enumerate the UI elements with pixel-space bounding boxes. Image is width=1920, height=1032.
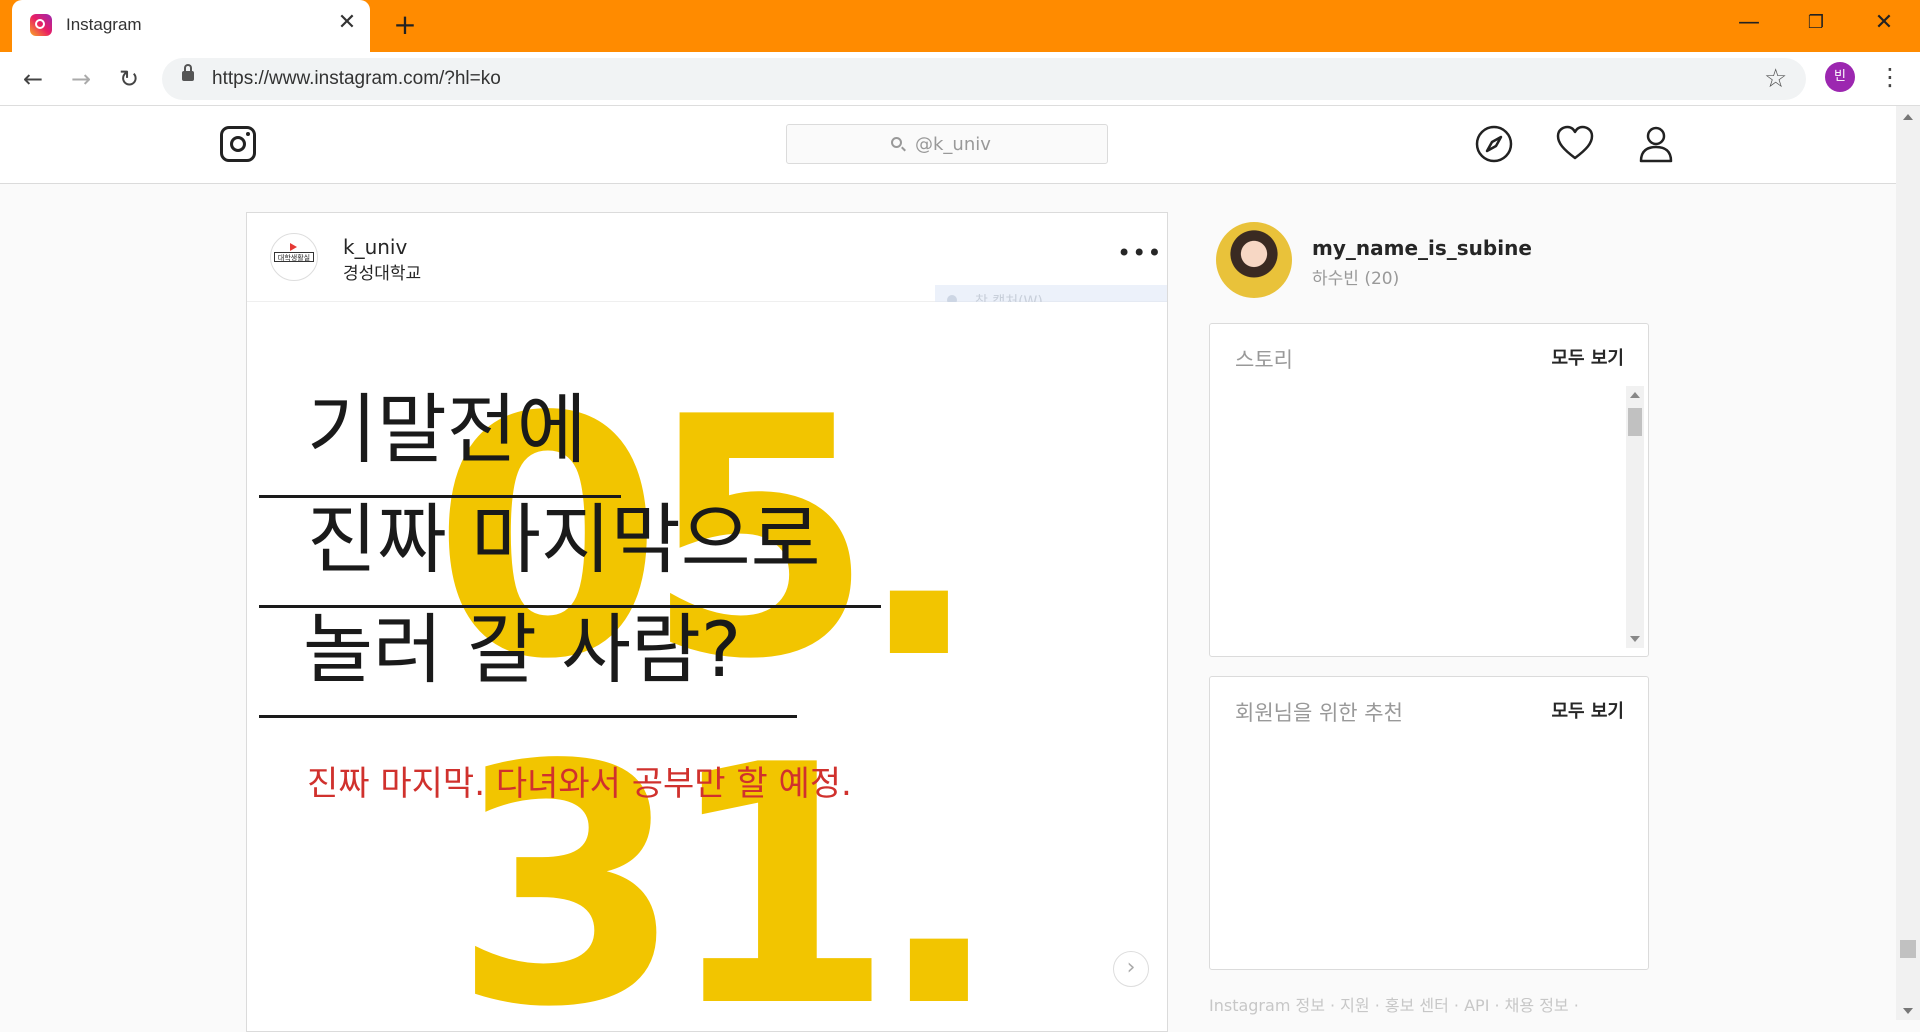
lock-icon — [182, 64, 194, 81]
browser-menu-icon[interactable]: ⋮ — [1878, 60, 1902, 94]
address-bar[interactable]: https://www.instagram.com/?hl=ko ☆ — [162, 58, 1806, 100]
post-image-subline: 진짜 마지막. 다녀와서 공부만 할 예정. — [307, 764, 852, 804]
profile-icon[interactable] — [1636, 124, 1676, 164]
headline-line-3: 놀러 갈 사람? — [303, 605, 742, 694]
more-options-icon[interactable]: ••• — [1117, 239, 1162, 267]
current-user-fullname: 하수빈 (20) — [1312, 269, 1400, 289]
url-text[interactable]: https://www.instagram.com/?hl=ko — [212, 68, 501, 90]
heart-icon[interactable] — [1555, 124, 1595, 164]
browser-titlebar: Instagram ✕ + — ❐ ✕ — [0, 0, 1920, 52]
page-scroll-up-icon[interactable] — [1903, 114, 1913, 120]
headline-underline-3 — [259, 715, 797, 718]
current-username[interactable]: my_name_is_subine — [1312, 236, 1532, 260]
explore-compass-icon[interactable] — [1474, 124, 1514, 164]
tab-title: Instagram — [66, 15, 142, 34]
search-value[interactable]: @k_univ — [915, 134, 991, 155]
browser-tab[interactable]: Instagram ✕ — [12, 0, 370, 52]
post-username[interactable]: k_univ — [343, 235, 407, 259]
flag-icon — [290, 243, 297, 251]
post-image[interactable]: 05. 31. 기말전에 진짜 마지막으로 놀러 갈 사람? 진짜 마지막. 다… — [247, 302, 1167, 1031]
avatar-logo-label: 대학생활실게 — [274, 252, 314, 262]
browser-toolbar: ← → ↻ https://www.instagram.com/?hl=ko ☆… — [0, 52, 1920, 106]
instagram-favicon-icon — [30, 14, 52, 36]
close-window-button[interactable]: ✕ — [1864, 8, 1904, 38]
post-card: 대학생활실게 k_univ 경성대학교 ••• 창 캡처(W) 05. 31. … — [246, 212, 1168, 1032]
instagram-logo-icon[interactable] — [220, 126, 256, 162]
minimize-window-button[interactable]: — — [1729, 8, 1769, 38]
reload-icon[interactable]: ↻ — [112, 62, 146, 96]
scroll-down-arrow-icon[interactable] — [1630, 636, 1640, 642]
browser-profile-avatar[interactable]: 빈 — [1825, 62, 1855, 92]
headline-line-1: 기말전에 — [307, 385, 587, 474]
next-image-chevron-icon[interactable]: › — [1113, 951, 1149, 987]
footer-links[interactable]: Instagram 정보 · 지원 · 홍보 센터 · API · 채용 정보 … — [1209, 992, 1579, 1016]
bookmark-star-icon[interactable]: ☆ — [1764, 64, 1787, 94]
search-icon — [891, 137, 902, 148]
forward-arrow-icon[interactable]: → — [64, 62, 98, 96]
scroll-up-arrow-icon[interactable] — [1630, 392, 1640, 398]
post-location[interactable]: 경성대학교 — [343, 259, 421, 284]
suggestions-title: 회원님을 위한 추천 — [1235, 701, 1403, 725]
stories-scrollbar[interactable] — [1626, 386, 1644, 648]
tab-close-icon[interactable]: ✕ — [334, 10, 360, 36]
page-scrollbar-thumb[interactable] — [1900, 940, 1916, 958]
stories-panel: 스토리 모두 보기 — [1209, 323, 1649, 657]
stories-title: 스토리 — [1235, 348, 1293, 372]
search-input[interactable]: @k_univ — [786, 124, 1108, 164]
suggestions-panel: 회원님을 위한 추천 모두 보기 — [1209, 676, 1649, 970]
page-scroll-down-icon[interactable] — [1903, 1008, 1913, 1014]
restore-window-button[interactable]: ❐ — [1796, 8, 1836, 38]
new-tab-button[interactable]: + — [390, 10, 420, 40]
instagram-header: @k_univ — [0, 106, 1896, 184]
current-user-avatar[interactable] — [1216, 222, 1292, 298]
back-arrow-icon[interactable]: ← — [16, 62, 50, 96]
post-author-avatar[interactable]: 대학생활실게 — [270, 233, 318, 281]
suggestions-see-all-link[interactable]: 모두 보기 — [1551, 697, 1624, 723]
page-scrollbar[interactable] — [1896, 106, 1920, 1020]
stories-see-all-link[interactable]: 모두 보기 — [1551, 344, 1624, 370]
headline-line-2: 진짜 마지막으로 — [307, 495, 821, 584]
scrollbar-thumb[interactable] — [1628, 408, 1642, 436]
